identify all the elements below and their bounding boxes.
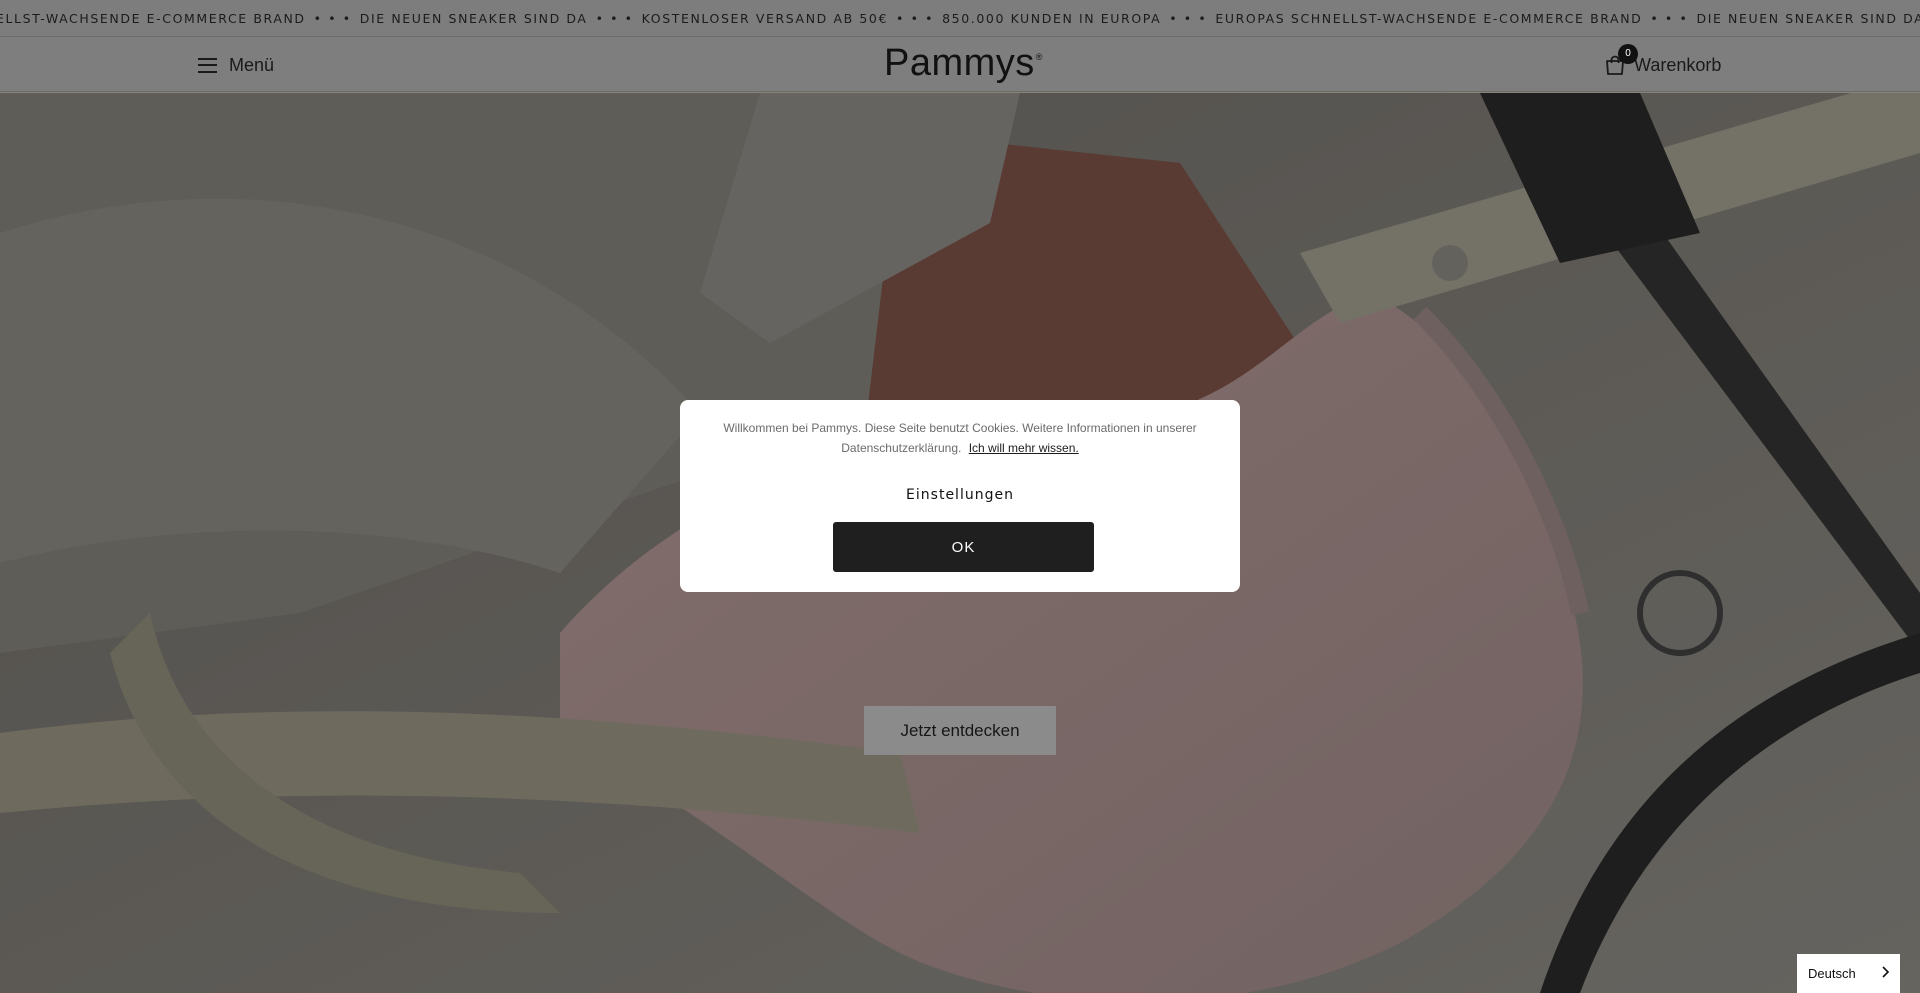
announcement-separator: • • • — [313, 11, 352, 26]
cookie-consent-text: Willkommen bei Pammys. Diese Seite benut… — [710, 418, 1210, 458]
announcement-item: ELLST-WACHSENDE E-COMMERCE BRAND — [0, 11, 306, 26]
learn-more-link[interactable]: Ich will mehr wissen. — [969, 441, 1079, 455]
language-label: Deutsch — [1808, 966, 1856, 981]
announcement-item: DIE NEUEN SNEAKER SIND DA — [359, 11, 588, 26]
menu-button[interactable]: Menü — [198, 51, 274, 79]
cart-label: Warenkorb — [1634, 54, 1722, 75]
announcement-separator: • • • — [1169, 11, 1208, 26]
hamburger-icon — [198, 57, 217, 73]
announcement-item: KOSTENLOSER VERSAND AB 50€ — [641, 11, 889, 26]
logo-text: Pammys — [884, 42, 1035, 84]
cookie-settings-link[interactable]: Einstellungen — [680, 487, 1240, 503]
cookie-consent-modal: Willkommen bei Pammys. Diese Seite benut… — [680, 400, 1240, 592]
announcement-separator: • • • — [595, 11, 634, 26]
announcement-separator: • • • — [896, 11, 935, 26]
announcement-track: ELLST-WACHSENDE E-COMMERCE BRAND • • • D… — [0, 0, 1920, 36]
cart-count-badge: 0 — [1618, 44, 1638, 64]
cookie-ok-button[interactable]: OK — [833, 522, 1094, 572]
registered-mark: ® — [1035, 52, 1043, 62]
site-logo[interactable]: Pammys® — [884, 41, 1042, 85]
site-header: Menü Pammys® Warenkorb 0 — [0, 37, 1920, 92]
cookie-message: Willkommen bei Pammys. Diese Seite benut… — [723, 421, 1197, 455]
discover-button[interactable]: Jetzt entdecken — [864, 706, 1056, 755]
announcement-bar: ELLST-WACHSENDE E-COMMERCE BRAND • • • D… — [0, 0, 1920, 37]
chevron-right-icon — [1880, 966, 1890, 981]
announcement-item: 850.000 KUNDEN IN EUROPA — [942, 11, 1162, 26]
language-selector[interactable]: Deutsch — [1797, 954, 1900, 993]
announcement-separator: • • • — [1650, 11, 1689, 26]
announcement-item: EUROPAS SCHNELLST-WACHSENDE E-COMMERCE B… — [1215, 11, 1643, 26]
announcement-item: DIE NEUEN SNEAKER SIND DA — [1696, 11, 1920, 26]
menu-label: Menü — [229, 54, 275, 75]
